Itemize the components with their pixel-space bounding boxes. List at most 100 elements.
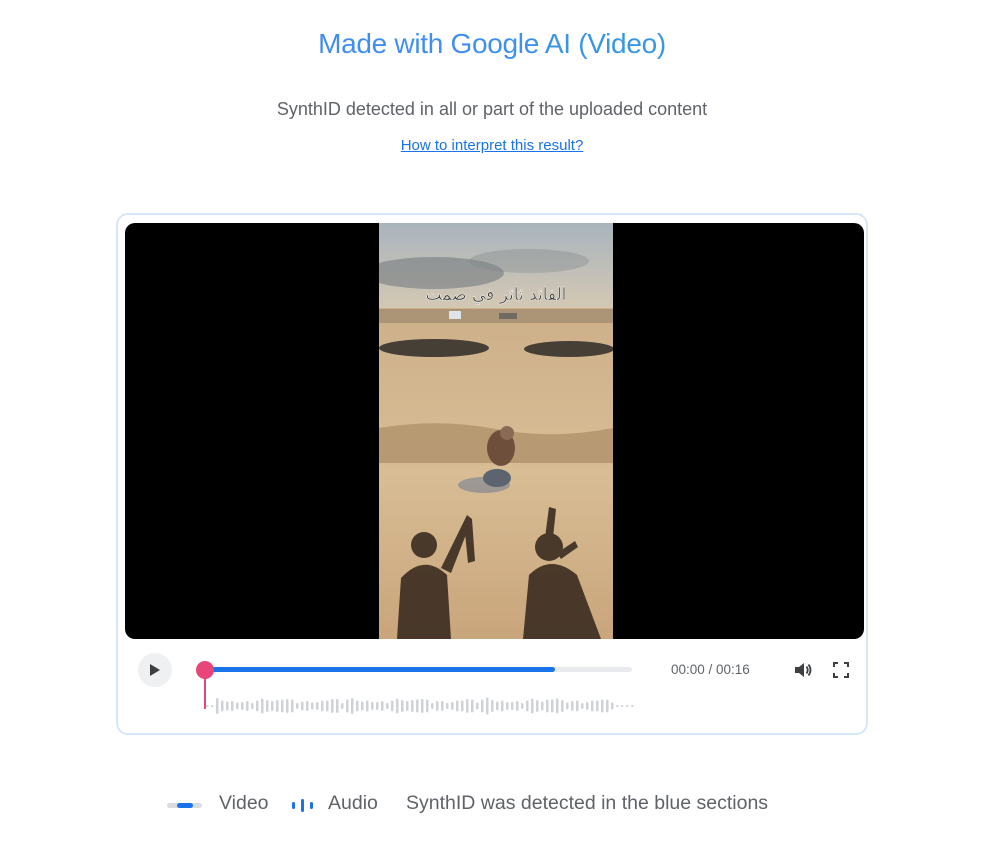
waveform-bar — [431, 703, 434, 709]
video-player-card: القائد ثائر في صمت 00:00 / 00:16 — [116, 213, 868, 735]
waveform-bar — [511, 702, 514, 710]
waveform-bar — [301, 701, 304, 711]
waveform-bar — [426, 699, 429, 713]
waveform-bar — [461, 700, 464, 712]
waveform-bar — [416, 699, 419, 713]
waveform-bar — [386, 703, 389, 709]
result-title: Made with Google AI (Video) — [0, 28, 984, 60]
waveform-bar — [626, 705, 629, 707]
waveform-bar — [631, 705, 634, 707]
waveform-bar — [601, 699, 604, 713]
video-frame: القائد ثائر في صمت — [379, 223, 613, 639]
fullscreen-icon[interactable] — [832, 661, 850, 679]
waveform-bar — [281, 699, 284, 713]
waveform-bar — [356, 700, 359, 712]
waveform-bar — [556, 698, 559, 714]
waveform-bar — [371, 702, 374, 710]
waveform-bar — [571, 701, 574, 711]
waveform-bar — [566, 702, 569, 710]
player-controls: 00:00 / 00:16 — [118, 652, 866, 732]
waveform-bar — [446, 703, 449, 709]
waveform-bar — [221, 700, 224, 712]
waveform-bar — [406, 701, 409, 711]
waveform-bar — [231, 701, 234, 711]
waveform-bar — [606, 699, 609, 713]
audio-legend-label: Audio — [328, 792, 378, 814]
time-display: 00:00 / 00:16 — [671, 662, 750, 677]
waveform-bar — [226, 701, 229, 711]
waveform-bar — [591, 700, 594, 712]
waveform-bar — [296, 703, 299, 709]
waveform-bar — [611, 702, 614, 710]
video-detection-fill — [204, 667, 555, 672]
waveform-bar — [391, 700, 394, 712]
waveform-bar — [541, 701, 544, 711]
audio-waveform[interactable] — [206, 696, 636, 716]
waveform-bar — [351, 698, 354, 714]
waveform-bar — [441, 701, 444, 711]
burned-area-right — [524, 341, 613, 357]
waveform-bar — [621, 705, 624, 707]
waveform-bar — [341, 703, 344, 709]
waveform-bar — [286, 699, 289, 713]
waveform-bar — [526, 700, 529, 712]
waveform-bar — [261, 698, 264, 714]
waveform-bar — [326, 700, 329, 712]
waveform-bar — [271, 701, 274, 711]
video-viewport[interactable]: القائد ثائر في صمت — [125, 223, 864, 639]
play-icon — [150, 664, 160, 676]
waveform-bar — [456, 700, 459, 712]
play-button[interactable] — [138, 653, 172, 687]
waveform-bar — [506, 702, 509, 710]
waveform-bar — [236, 702, 239, 710]
waveform-bar — [266, 700, 269, 712]
interpret-result-link[interactable]: How to interpret this result? — [0, 137, 984, 154]
waveform-bar — [476, 702, 479, 710]
detection-note: SynthID was detected in the blue section… — [406, 792, 769, 814]
waveform-bar — [481, 699, 484, 713]
waveform-bar — [586, 702, 589, 710]
waveform-bar — [276, 700, 279, 712]
waveform-bar — [496, 701, 499, 711]
volume-icon[interactable] — [793, 661, 813, 679]
waveform-bar — [381, 701, 384, 711]
waveform-bar — [331, 699, 334, 713]
waveform-bar — [401, 700, 404, 712]
playhead-handle[interactable] — [196, 661, 214, 679]
waveform-bar — [361, 701, 364, 711]
waveform-bar — [491, 700, 494, 712]
waveform-bar — [616, 705, 619, 707]
waveform-bar — [411, 700, 414, 712]
waveform-bar — [436, 701, 439, 711]
waveform-bar — [466, 699, 469, 713]
waveform-bar — [576, 700, 579, 712]
waveform-bar — [256, 700, 259, 712]
waveform-bar — [376, 702, 379, 710]
video-legend-label: Video — [219, 792, 269, 814]
waveform-bar — [531, 698, 534, 714]
audio-legend-swatch — [292, 799, 313, 812]
waveform-bar — [316, 702, 319, 710]
waveform-bar — [536, 700, 539, 712]
result-subtitle: SynthID detected in all or part of the u… — [276, 99, 708, 119]
video-legend-swatch — [167, 803, 202, 808]
waveform-bar — [211, 705, 214, 707]
waveform-bar — [551, 699, 554, 713]
waveform-bar — [471, 699, 474, 713]
waveform-bar — [421, 699, 424, 713]
waveform-bar — [366, 700, 369, 712]
waveform-bar — [291, 699, 294, 713]
waveform-bar — [521, 703, 524, 709]
waveform-bar — [216, 698, 219, 714]
burned-area-left — [379, 339, 489, 357]
waveform-bar — [501, 700, 504, 712]
waveform-bar — [251, 703, 254, 709]
waveform-bar — [581, 703, 584, 709]
video-progress-track[interactable] — [204, 667, 632, 672]
waveform-bar — [306, 701, 309, 711]
legend: Video Audio SynthID was detected in the … — [0, 790, 984, 820]
frame-overlay-text: القائد ثائر في صمت — [426, 285, 567, 305]
waveform-bar — [451, 702, 454, 710]
waveform-bar — [311, 702, 314, 710]
waveform-bar — [546, 699, 549, 713]
